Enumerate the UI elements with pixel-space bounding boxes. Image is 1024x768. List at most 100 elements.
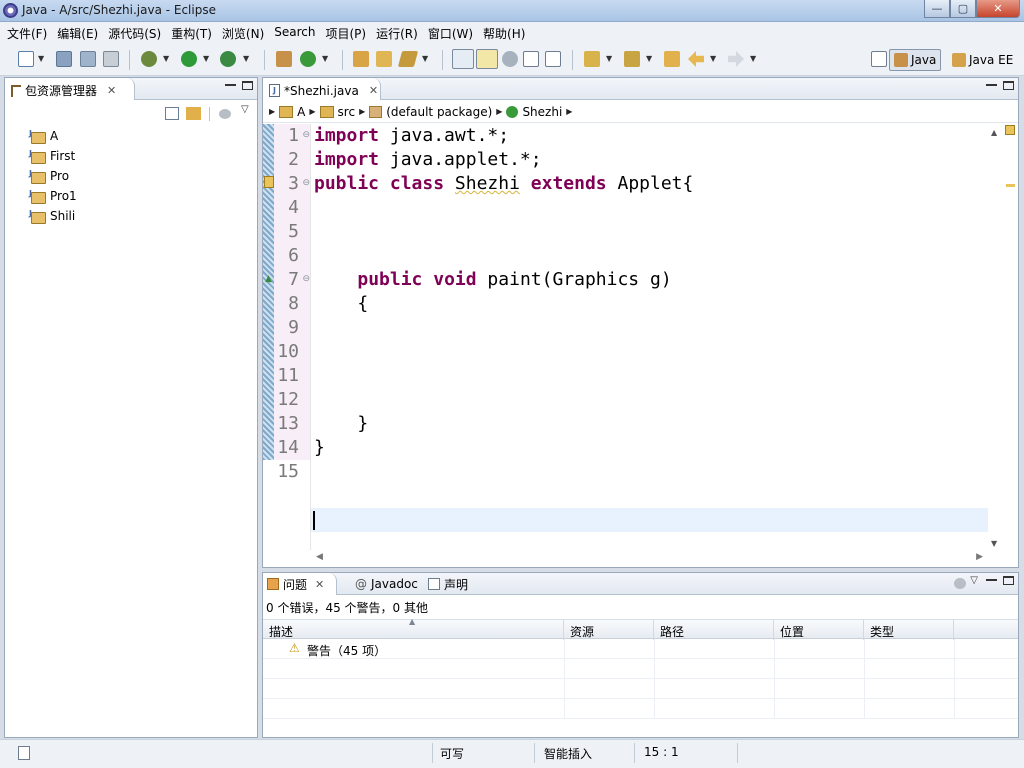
column-header-type[interactable]: 类型 [864,620,954,640]
scroll-right-icon[interactable]: ▶ [976,552,983,562]
editor-tab-shezhi[interactable]: J *Shezhi.java ✕ [263,78,386,100]
menu-project[interactable]: 项目(P) [321,22,372,42]
column-header-location[interactable]: 位置 [774,620,864,640]
table-row[interactable]: ⚠ 警告（45 项） [263,639,1018,659]
breadcrumb-arrow-icon[interactable]: ▶ [359,107,365,116]
new-class-dropdown-icon[interactable]: ▼ [322,54,328,63]
menu-navigate[interactable]: 浏览(N) [217,22,269,42]
block-selection-icon[interactable] [523,51,539,67]
close-tab-icon[interactable]: ✕ [369,84,378,97]
horizontal-scrollbar[interactable]: ◀ ▶ [310,550,987,564]
perspective-java[interactable]: Java [889,49,942,71]
forward-dropdown-icon[interactable]: ▼ [750,54,756,63]
previous-annotation-icon[interactable] [624,51,640,67]
maximize-view-icon[interactable] [1003,576,1014,585]
view-menu-icon[interactable]: ▽ [970,575,978,586]
view-menu-icon[interactable]: ▽ [241,104,249,115]
print-icon[interactable] [103,51,119,67]
maximize-button[interactable]: ▢ [950,0,976,18]
new-icon[interactable] [18,51,34,67]
package-explorer-tab[interactable]: 包资源管理器 ✕ [5,78,124,100]
tree-item-project[interactable]: Pro1 [29,187,77,205]
fold-collapse-icon[interactable]: ⊖ [302,274,310,284]
collapse-all-icon[interactable] [165,107,179,120]
tree-item-project[interactable]: A [29,127,58,145]
menu-search[interactable]: Search [269,22,320,42]
tree-item-project[interactable]: Shili [29,207,75,225]
link-with-editor-icon[interactable] [186,107,201,120]
open-resource-icon[interactable] [376,51,392,67]
maximize-view-icon[interactable] [242,81,253,90]
debug-icon[interactable] [141,51,157,67]
tab-problems[interactable]: 问题 ✕ [267,573,324,595]
code-line[interactable]: } [314,412,368,436]
filter-icon[interactable] [954,578,966,589]
minimize-view-icon[interactable] [986,81,997,86]
toggle-highlight-icon[interactable] [476,49,498,69]
save-icon[interactable] [56,51,72,67]
menu-edit[interactable]: 编辑(E) [52,22,103,42]
tree-item-project[interactable]: Pro [29,167,69,185]
overview-warning-marker[interactable] [1006,184,1015,187]
breadcrumb-arrow-icon[interactable]: ▶ [496,107,502,116]
warning-marker-icon[interactable] [264,176,274,188]
forward-icon[interactable] [728,51,744,67]
close-button[interactable]: ✕ [976,0,1020,18]
back-dropdown-icon[interactable]: ▼ [710,54,716,63]
maximize-view-icon[interactable] [1003,81,1014,90]
minimize-view-icon[interactable] [225,81,236,86]
code-line[interactable]: public class Shezhi extends Applet{ [314,172,693,196]
code-line[interactable]: import java.awt.*; [314,124,509,148]
show-whitespace-icon[interactable] [502,51,518,67]
menu-run[interactable]: 运行(R) [371,22,423,42]
minimize-view-icon[interactable] [986,576,997,581]
tab-javadoc[interactable]: @ Javadoc [355,573,418,595]
paragraph-icon[interactable] [545,51,561,67]
external-tools-icon[interactable] [220,51,236,67]
code-line[interactable]: { [314,292,368,316]
scroll-up-icon[interactable]: ▲ [991,128,997,137]
menu-file[interactable]: 文件(F) [2,22,52,42]
menu-help[interactable]: 帮助(H) [478,22,530,42]
menu-window[interactable]: 窗口(W) [423,22,478,42]
code-line[interactable]: import java.applet.*; [314,148,542,172]
breadcrumb-package[interactable]: (default package) [386,105,492,119]
code-text-area[interactable]: import java.awt.*; import java.applet.*;… [310,124,988,550]
toggle-mark-occurrences-icon[interactable] [452,49,474,69]
search-icon[interactable] [397,51,419,67]
next-annotation-icon[interactable] [584,51,600,67]
vertical-scrollbar[interactable]: ▲ ▼ [989,124,1002,550]
breadcrumb-arrow-icon[interactable]: ▶ [269,107,275,116]
column-header-resource[interactable]: 资源 [564,620,654,640]
minimize-button[interactable]: — [924,0,950,18]
code-line[interactable]: public void paint(Graphics g) [314,268,671,292]
close-tab-icon[interactable]: ✕ [315,578,324,591]
breadcrumb-arrow-icon[interactable]: ▶ [566,107,572,116]
run-dropdown-icon[interactable]: ▼ [203,54,209,63]
new-java-class-icon[interactable] [300,51,316,67]
previous-annotation-dropdown-icon[interactable]: ▼ [646,54,652,63]
tab-declaration[interactable]: 声明 [428,573,468,595]
search-dropdown-icon[interactable]: ▼ [422,54,428,63]
open-type-icon[interactable] [353,51,369,67]
column-header-path[interactable]: 路径 [654,620,774,640]
breadcrumb-arrow-icon[interactable]: ▶ [309,107,315,116]
external-tools-dropdown-icon[interactable]: ▼ [243,54,249,63]
breadcrumb-src[interactable]: src [338,105,356,119]
last-edit-location-icon[interactable] [664,51,680,67]
save-all-icon[interactable] [80,51,96,67]
new-java-package-icon[interactable] [276,51,292,67]
fold-collapse-icon[interactable]: ⊖ [302,130,310,140]
tree-item-project[interactable]: First [29,147,75,165]
breadcrumb-class[interactable]: Shezhi [522,105,562,119]
close-tab-icon[interactable]: ✕ [107,84,116,97]
filter-icon[interactable] [219,109,231,119]
fold-collapse-icon[interactable]: ⊖ [302,178,310,188]
breadcrumb-project[interactable]: A [297,105,305,119]
code-line[interactable]: } [314,436,325,460]
next-annotation-dropdown-icon[interactable]: ▼ [606,54,612,63]
menu-source[interactable]: 源代码(S) [103,22,166,42]
override-marker-icon[interactable]: ▲ [265,274,272,284]
back-icon[interactable] [688,51,704,67]
overview-warning-icon[interactable] [1005,125,1015,135]
